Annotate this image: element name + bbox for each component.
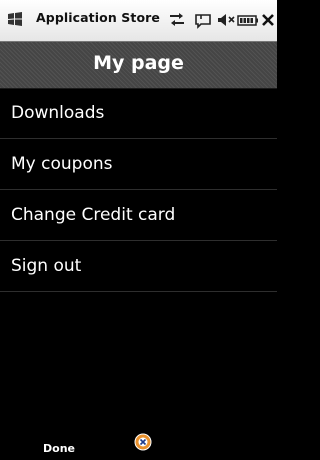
- menu-item-downloads[interactable]: Downloads: [0, 88, 277, 139]
- menu-list: Downloads My coupons Change Credit card …: [0, 88, 277, 292]
- connectivity-arrows-icon[interactable]: [167, 10, 187, 30]
- battery-icon[interactable]: [237, 10, 259, 30]
- page-title: My page: [93, 52, 184, 74]
- menu-item-change-credit-card[interactable]: Change Credit card: [0, 190, 277, 241]
- message-icon[interactable]: [193, 10, 213, 30]
- softkey-bar: Done: [0, 430, 277, 460]
- done-softkey[interactable]: Done: [43, 442, 75, 455]
- menu-item-my-coupons[interactable]: My coupons: [0, 139, 277, 190]
- input-panel-icon[interactable]: [134, 433, 152, 451]
- speaker-muted-icon[interactable]: [216, 10, 236, 30]
- windows-flag-icon[interactable]: [7, 11, 23, 27]
- page-header: My page: [0, 42, 277, 89]
- app-title: Application Store: [36, 10, 160, 25]
- status-bar: Application Store: [0, 0, 277, 42]
- menu-item-sign-out[interactable]: Sign out: [0, 241, 277, 292]
- close-icon[interactable]: [261, 10, 275, 30]
